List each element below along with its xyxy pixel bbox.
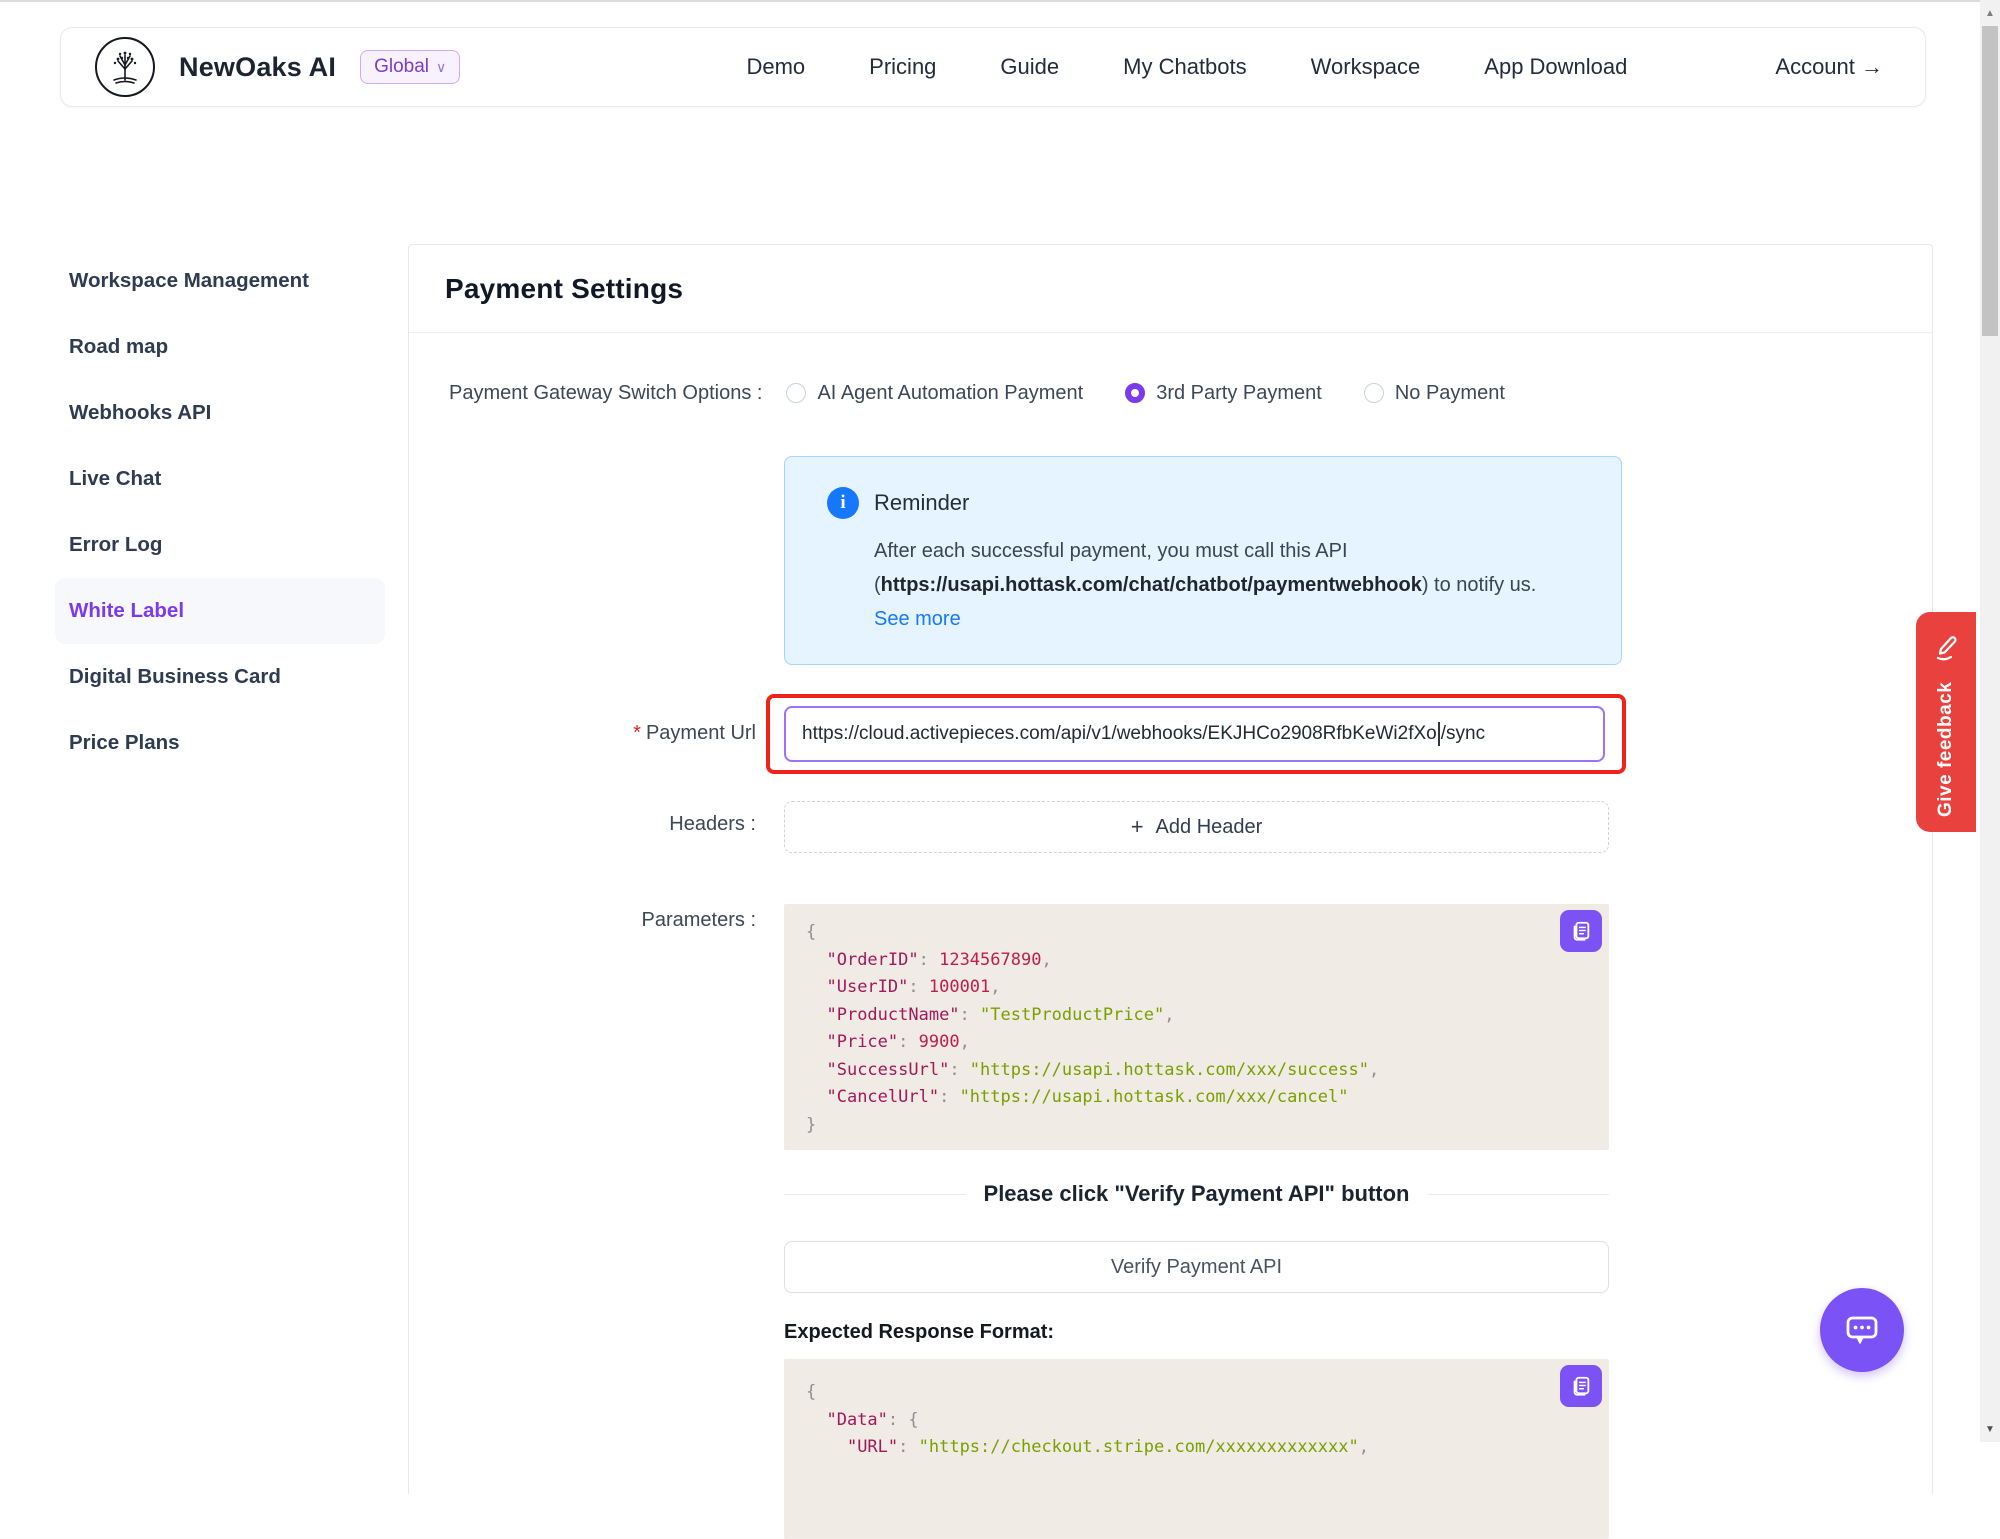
divider-line (1428, 1194, 1610, 1195)
expected-response-format-label: Expected Response Format: (784, 1321, 1054, 1344)
top-navbar: NewOaks AI Global ∨ Demo Pricing Guide M… (60, 27, 1926, 107)
expected-response-code-block: { "Data": { "URL": "https://checkout.str… (784, 1359, 1609, 1539)
give-feedback-label: Give feedback (1935, 674, 1957, 824)
give-feedback-tab[interactable]: Give feedback (1916, 612, 1976, 832)
sidebar-item-error-log[interactable]: Error Log (55, 512, 385, 578)
brand-name: NewOaks AI (179, 52, 336, 83)
copy-expected-response-button[interactable] (1560, 1365, 1602, 1407)
text-cursor (1438, 722, 1440, 746)
input-text-after-cursor: /sync (1441, 723, 1485, 745)
region-selector[interactable]: Global ∨ (360, 50, 460, 84)
sidebar-item-white-label[interactable]: White Label (55, 578, 385, 644)
reminder-api-url: https://usapi.hottask.com/chat/chatbot/p… (881, 574, 1422, 596)
verify-instruction-row: Please click "Verify Payment API" button (784, 1181, 1609, 1207)
payment-url-label: *Payment Url (409, 722, 756, 745)
payment-url-label-text: Payment Url (646, 722, 756, 744)
nav-app-download[interactable]: App Download (1484, 54, 1627, 80)
input-text-before-cursor: https://cloud.activepieces.com/api/v1/we… (802, 723, 1437, 745)
radio-label: 3rd Party Payment (1156, 382, 1322, 405)
chat-bubble-icon (1840, 1308, 1884, 1352)
window-top-edge (0, 0, 2000, 2)
reminder-title: Reminder (874, 490, 969, 516)
sidebar-item-road-map[interactable]: Road map (55, 314, 385, 380)
add-header-button[interactable]: + Add Header (784, 801, 1609, 853)
radio-icon[interactable] (1364, 383, 1384, 403)
panel-header: Payment Settings (409, 245, 1932, 333)
radio-label: AI Agent Automation Payment (817, 382, 1083, 405)
reminder-alert: i Reminder After each successful payment… (784, 456, 1622, 665)
nav-my-chatbots[interactable]: My Chatbots (1123, 54, 1247, 80)
reminder-text-post: ) to notify us. (1422, 574, 1537, 596)
verify-payment-api-button[interactable]: Verify Payment API (784, 1241, 1609, 1293)
nav-workspace[interactable]: Workspace (1311, 54, 1421, 80)
radio-no-payment[interactable]: No Payment (1364, 382, 1505, 405)
radio-icon[interactable] (1125, 383, 1145, 403)
copy-icon (1570, 1375, 1592, 1397)
pencil-icon (1932, 632, 1960, 662)
settings-sidebar: Workspace Management Road map Webhooks A… (55, 248, 385, 776)
see-more-link[interactable]: See more (874, 608, 961, 630)
sidebar-item-price-plans[interactable]: Price Plans (55, 710, 385, 776)
verify-instruction-text: Please click "Verify Payment API" button (984, 1181, 1410, 1207)
required-asterisk: * (633, 722, 641, 744)
radio-ai-agent-automation-payment[interactable]: AI Agent Automation Payment (786, 382, 1083, 405)
add-header-label: Add Header (1156, 816, 1263, 839)
reminder-body: After each successful payment, you must … (874, 534, 1579, 636)
vertical-scrollbar[interactable]: ▲ ▼ (1980, 0, 2000, 1442)
parameters-label: Parameters : (409, 909, 756, 932)
gateway-switch-row: Payment Gateway Switch Options : AI Agen… (449, 373, 1547, 413)
scrollbar-thumb[interactable] (1982, 26, 1998, 336)
red-highlight-annotation: https://cloud.activepieces.com/api/v1/we… (766, 694, 1626, 774)
nav-guide[interactable]: Guide (1000, 54, 1059, 80)
payment-url-input[interactable]: https://cloud.activepieces.com/api/v1/we… (784, 706, 1605, 762)
copy-parameters-button[interactable] (1560, 910, 1602, 952)
oak-tree-icon (105, 47, 145, 87)
scroll-down-arrow[interactable]: ▼ (1980, 1419, 2000, 1439)
nav-pricing[interactable]: Pricing (869, 54, 936, 80)
plus-icon: + (1131, 814, 1144, 840)
copy-icon (1570, 920, 1592, 942)
brand-logo[interactable] (95, 37, 155, 97)
radio-label: No Payment (1395, 382, 1505, 405)
region-label: Global (374, 56, 429, 78)
parameters-code-block: { "OrderID": 1234567890, "UserID": 10000… (784, 904, 1609, 1150)
payment-settings-panel: Payment Settings Payment Gateway Switch … (408, 244, 1933, 1494)
nav-demo[interactable]: Demo (746, 54, 805, 80)
radio-icon[interactable] (786, 383, 806, 403)
sidebar-item-digital-business-card[interactable]: Digital Business Card (55, 644, 385, 710)
sidebar-item-live-chat[interactable]: Live Chat (55, 446, 385, 512)
chat-widget-button[interactable] (1820, 1288, 1904, 1372)
headers-label: Headers : (409, 813, 756, 836)
gateway-switch-label: Payment Gateway Switch Options : (449, 382, 762, 405)
info-icon: i (827, 487, 859, 519)
scroll-up-arrow[interactable]: ▲ (1980, 3, 2000, 23)
sidebar-item-workspace-management[interactable]: Workspace Management (55, 248, 385, 314)
main-nav: Demo Pricing Guide My Chatbots Workspace… (746, 54, 1627, 80)
radio-3rd-party-payment[interactable]: 3rd Party Payment (1125, 382, 1322, 405)
sidebar-item-webhooks-api[interactable]: Webhooks API (55, 380, 385, 446)
divider-line (784, 1194, 966, 1195)
page-title: Payment Settings (445, 273, 683, 305)
account-link[interactable]: Account → (1775, 54, 1883, 80)
chevron-down-icon: ∨ (436, 59, 446, 76)
